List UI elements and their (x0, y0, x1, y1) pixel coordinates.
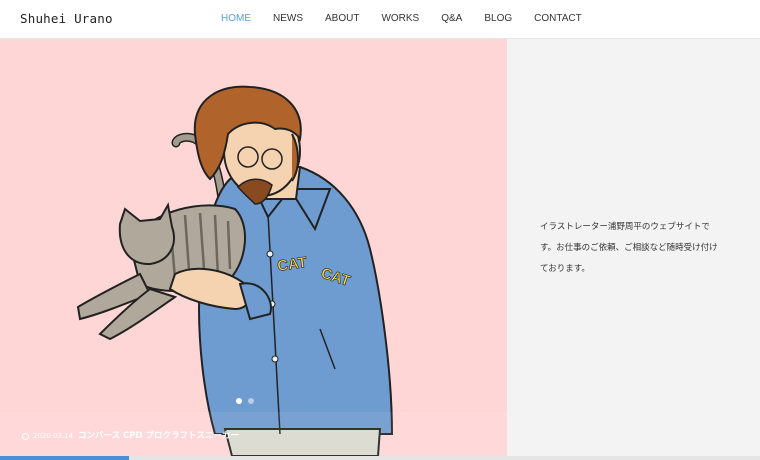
hero-slider[interactable]: CAT CAT (0, 39, 507, 456)
site-header: Shuhei Urano HOME NEWS ABOUT WORKS Q&A B… (0, 0, 760, 39)
slider-dot[interactable] (236, 398, 242, 404)
hero-illustration: CAT CAT (76, 85, 394, 456)
site-logo[interactable]: Shuhei Urano (20, 11, 113, 26)
post-date: 2020.03.14 (22, 432, 73, 440)
nav-about[interactable]: ABOUT (314, 0, 370, 38)
clock-icon (22, 432, 29, 440)
intro-line: す。お仕事のご依頼、ご相談など随時受け付け (540, 243, 718, 253)
intro-text: イラストレーター浦野周平のウェブサイトで す。お仕事のご依頼、ご相談など随時受け… (540, 217, 730, 280)
post-date-text: 2020.03.14 (33, 432, 74, 440)
nav-contact[interactable]: CONTACT (523, 0, 593, 38)
button (271, 355, 279, 363)
nav-home[interactable]: HOME (210, 0, 262, 38)
button (266, 250, 274, 258)
slider-dot[interactable] (248, 398, 254, 404)
main-nav: HOME NEWS ABOUT WORKS Q&A BLOG CONTACT (210, 0, 593, 38)
intro-panel: イラストレーター浦野周平のウェブサイトで す。お仕事のご依頼、ご相談など随時受け… (507, 39, 760, 456)
slide-caption-bar (0, 412, 507, 456)
nav-news[interactable]: NEWS (262, 0, 314, 38)
post-title-link[interactable]: コンバース CPD プロクラフトスニーカー (78, 429, 239, 441)
nav-blog[interactable]: BLOG (473, 0, 523, 38)
cat-head (118, 202, 175, 266)
slider-progress-fill (0, 456, 130, 460)
nav-works[interactable]: WORKS (370, 0, 430, 38)
nav-qa[interactable]: Q&A (430, 0, 473, 38)
slider-pagination (236, 398, 254, 404)
intro-line: ております。 (540, 264, 590, 274)
intro-line: イラストレーター浦野周平のウェブサイトで (540, 222, 710, 232)
